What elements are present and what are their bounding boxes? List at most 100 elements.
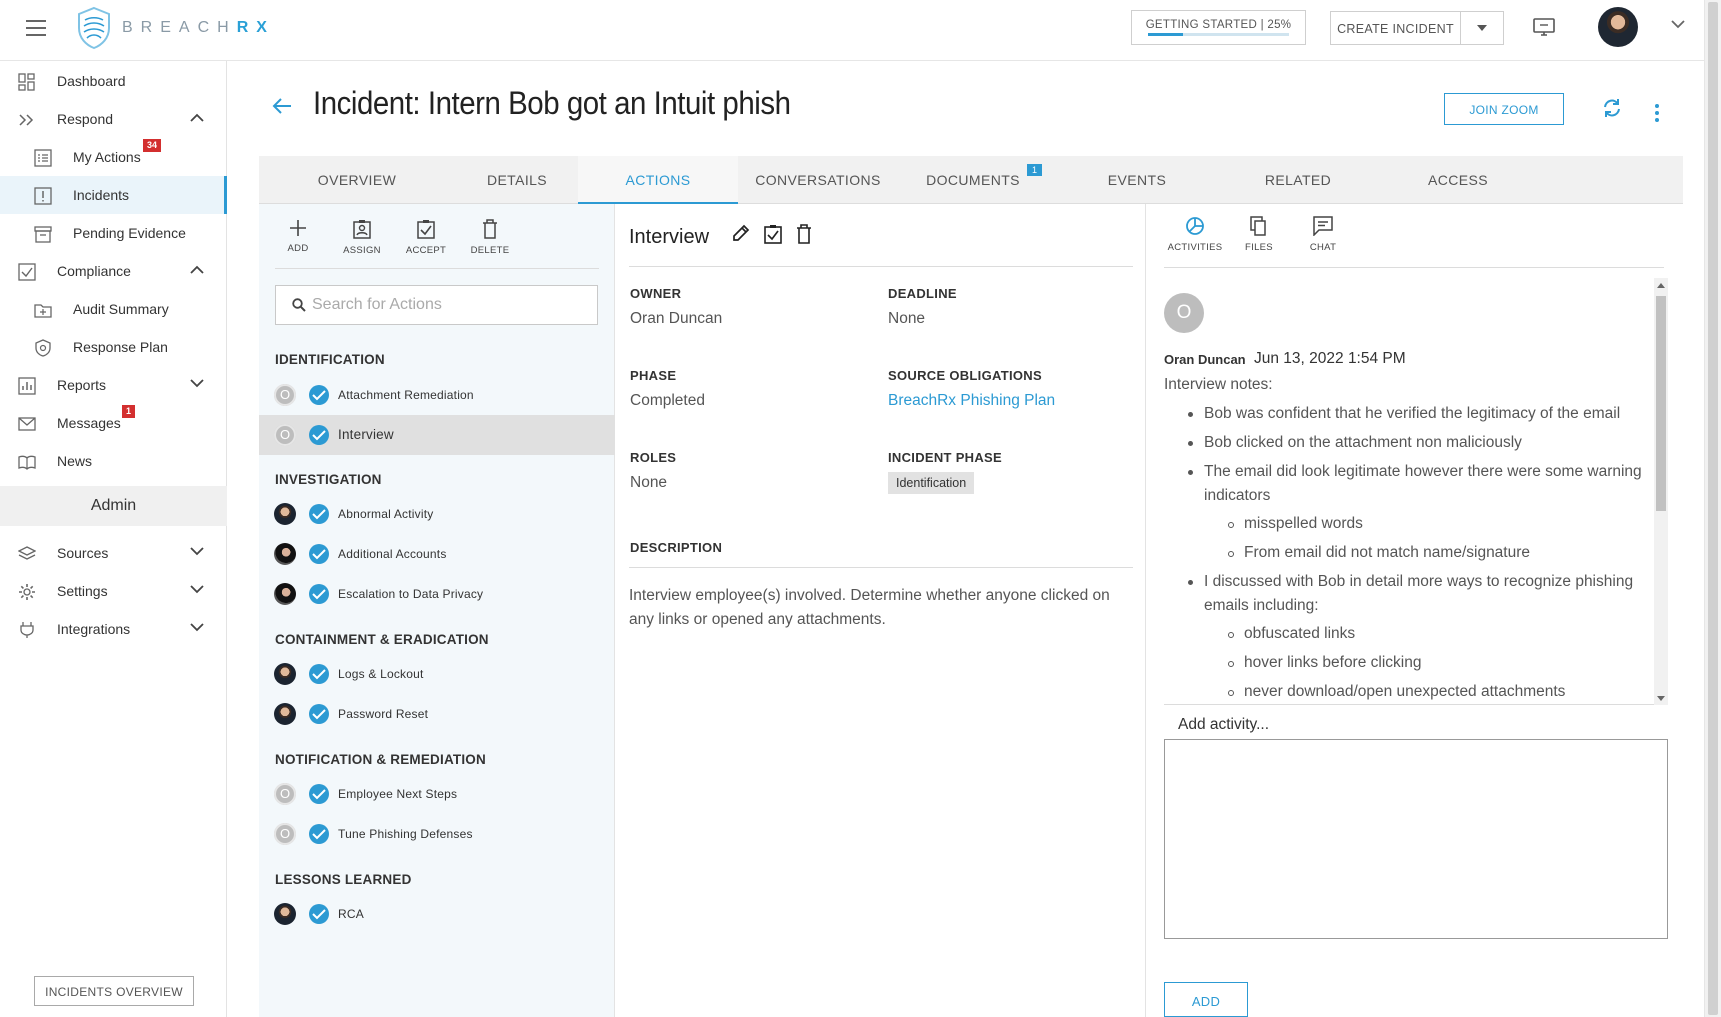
chevron-up-icon <box>190 113 204 122</box>
accept-action-button[interactable]: ACCEPT <box>396 219 456 256</box>
tab-documents[interactable]: DOCUMENTS 1 <box>893 156 1053 204</box>
description-label: DESCRIPTION <box>630 540 723 555</box>
phase-header-notification: NOTIFICATION & REMEDIATION <box>275 752 486 767</box>
action-name: Additional Accounts <box>338 547 447 561</box>
tab-events[interactable]: EVENTS <box>1057 156 1217 204</box>
sidebar-item-label: Incidents <box>73 187 130 203</box>
sidebar-item-news[interactable]: News <box>0 442 227 480</box>
add-activity-button[interactable]: ADD <box>1164 982 1248 1017</box>
activity-timestamp: Jun 13, 2022 1:54 PM <box>1254 350 1406 367</box>
folder-icon <box>34 304 52 318</box>
owner-avatar <box>274 663 296 685</box>
action-item[interactable]: Additional Accounts <box>259 534 615 574</box>
files-tab[interactable]: FILES <box>1228 216 1290 253</box>
clipboard-check-icon[interactable] <box>764 224 782 244</box>
list-item: misspelled words <box>1204 512 1654 536</box>
action-name: Interview <box>338 427 394 442</box>
scroll-down-icon[interactable] <box>1657 696 1665 701</box>
tab-access[interactable]: ACCESS <box>1378 156 1538 204</box>
action-item[interactable]: O Tune Phishing Defenses <box>259 814 615 854</box>
add-activity-input[interactable] <box>1164 739 1668 939</box>
create-incident-button[interactable]: CREATE INCIDENT <box>1331 12 1461 44</box>
completed-check-icon <box>309 584 329 604</box>
sidebar-item-dashboard[interactable]: Dashboard <box>0 62 227 100</box>
tab-details[interactable]: DETAILS <box>437 156 597 204</box>
more-options-icon[interactable] <box>1655 104 1659 125</box>
sidebar-item-respond[interactable]: Respond <box>0 100 227 138</box>
chat-tab[interactable]: CHAT <box>1292 216 1354 253</box>
sidebar-item-label: Audit Summary <box>73 301 169 317</box>
chevron-down-icon <box>190 623 204 632</box>
sidebar-item-audit-summary[interactable]: Audit Summary <box>0 290 227 328</box>
add-action-button[interactable]: ADD <box>268 219 328 254</box>
menu-icon[interactable] <box>26 20 46 36</box>
owner-avatar <box>274 583 296 605</box>
action-item[interactable]: O Employee Next Steps <box>259 774 615 814</box>
search-actions-field[interactable] <box>275 285 598 325</box>
action-item[interactable]: O Attachment Remediation <box>259 375 615 415</box>
chevron-down-icon[interactable] <box>1671 20 1685 29</box>
tab-label: ACCESS <box>1428 172 1488 188</box>
search-input[interactable] <box>312 296 572 314</box>
action-name: Employee Next Steps <box>338 787 458 801</box>
sidebar-item-label: My Actions <box>73 149 141 165</box>
sidebar-item-sources[interactable]: Sources <box>0 534 227 572</box>
sub-list: misspelled words From email did not matc… <box>1204 512 1654 565</box>
source-obligations-link[interactable]: BreachRx Phishing Plan <box>888 392 1055 410</box>
sidebar-item-label: Settings <box>57 583 108 599</box>
list-item: I discussed with Bob in detail more ways… <box>1164 570 1654 704</box>
completed-check-icon <box>309 664 329 684</box>
sidebar-item-my-actions[interactable]: My Actions 34 <box>0 138 227 176</box>
list-item: never download/open unexpected attachmen… <box>1204 680 1654 704</box>
trash-icon[interactable] <box>796 224 812 244</box>
sidebar-item-incidents[interactable]: Incidents <box>0 176 227 214</box>
layers-icon <box>18 546 36 560</box>
getting-started-button[interactable]: GETTING STARTED | 25% <box>1131 10 1306 45</box>
tab-related[interactable]: RELATED <box>1218 156 1378 204</box>
feed-scrollbar[interactable] <box>1654 278 1668 705</box>
scroll-thumb[interactable] <box>1656 296 1666 511</box>
incidents-overview-button[interactable]: INCIDENTS OVERVIEW <box>34 976 194 1006</box>
assign-action-button[interactable]: ASSIGN <box>332 219 392 256</box>
divider <box>275 268 599 269</box>
action-item-selected[interactable]: O Interview <box>259 415 615 455</box>
delete-action-button[interactable]: DELETE <box>460 219 520 256</box>
admin-section-header: Admin <box>0 486 227 526</box>
action-item[interactable]: Escalation to Data Privacy <box>259 574 615 614</box>
add-label: ADD <box>287 243 309 254</box>
completed-check-icon <box>309 824 329 844</box>
join-zoom-button[interactable]: JOIN ZOOM <box>1444 93 1564 125</box>
user-avatar[interactable] <box>1598 7 1638 47</box>
action-name: Tune Phishing Defenses <box>338 827 473 841</box>
tab-overview[interactable]: OVERVIEW <box>277 156 437 204</box>
create-incident-dropdown[interactable] <box>1461 12 1503 44</box>
activities-tab[interactable]: ACTIVITIES <box>1164 216 1226 253</box>
sidebar-item-compliance[interactable]: Compliance <box>0 252 227 290</box>
owner-avatar <box>274 703 296 725</box>
sidebar-item-integrations[interactable]: Integrations <box>0 610 227 648</box>
action-name: Abnormal Activity <box>338 507 434 521</box>
back-arrow-icon[interactable] <box>272 97 292 115</box>
action-item[interactable]: Password Reset <box>259 694 615 734</box>
sidebar-item-messages[interactable]: Messages 1 <box>0 404 227 442</box>
sidebar-item-pending-evidence[interactable]: Pending Evidence <box>0 214 227 252</box>
page-scrollbar[interactable] <box>1704 0 1721 1017</box>
add-activity-label: Add activity... <box>1178 716 1270 733</box>
monitor-icon[interactable] <box>1533 17 1555 37</box>
brand-logo[interactable]: BREACHRX <box>76 6 275 50</box>
action-item[interactable]: RCA <box>259 894 615 934</box>
plus-icon <box>290 220 306 236</box>
action-item[interactable]: Logs & Lockout <box>259 654 615 694</box>
edit-icon[interactable] <box>732 224 750 242</box>
sidebar-item-response-plan[interactable]: Response Plan <box>0 328 227 366</box>
action-item[interactable]: Abnormal Activity <box>259 494 615 534</box>
tab-conversations[interactable]: CONVERSATIONS <box>738 156 898 204</box>
sidebar-item-settings[interactable]: Settings <box>0 572 227 610</box>
refresh-icon[interactable] <box>1601 98 1623 118</box>
scroll-up-icon[interactable] <box>1657 283 1665 288</box>
tab-label: EVENTS <box>1107 172 1167 188</box>
sidebar-item-reports[interactable]: Reports <box>0 366 227 404</box>
tab-actions[interactable]: ACTIONS <box>578 156 738 204</box>
page-scroll-thumb[interactable] <box>1708 2 1718 1015</box>
action-title: Interview <box>629 226 710 248</box>
